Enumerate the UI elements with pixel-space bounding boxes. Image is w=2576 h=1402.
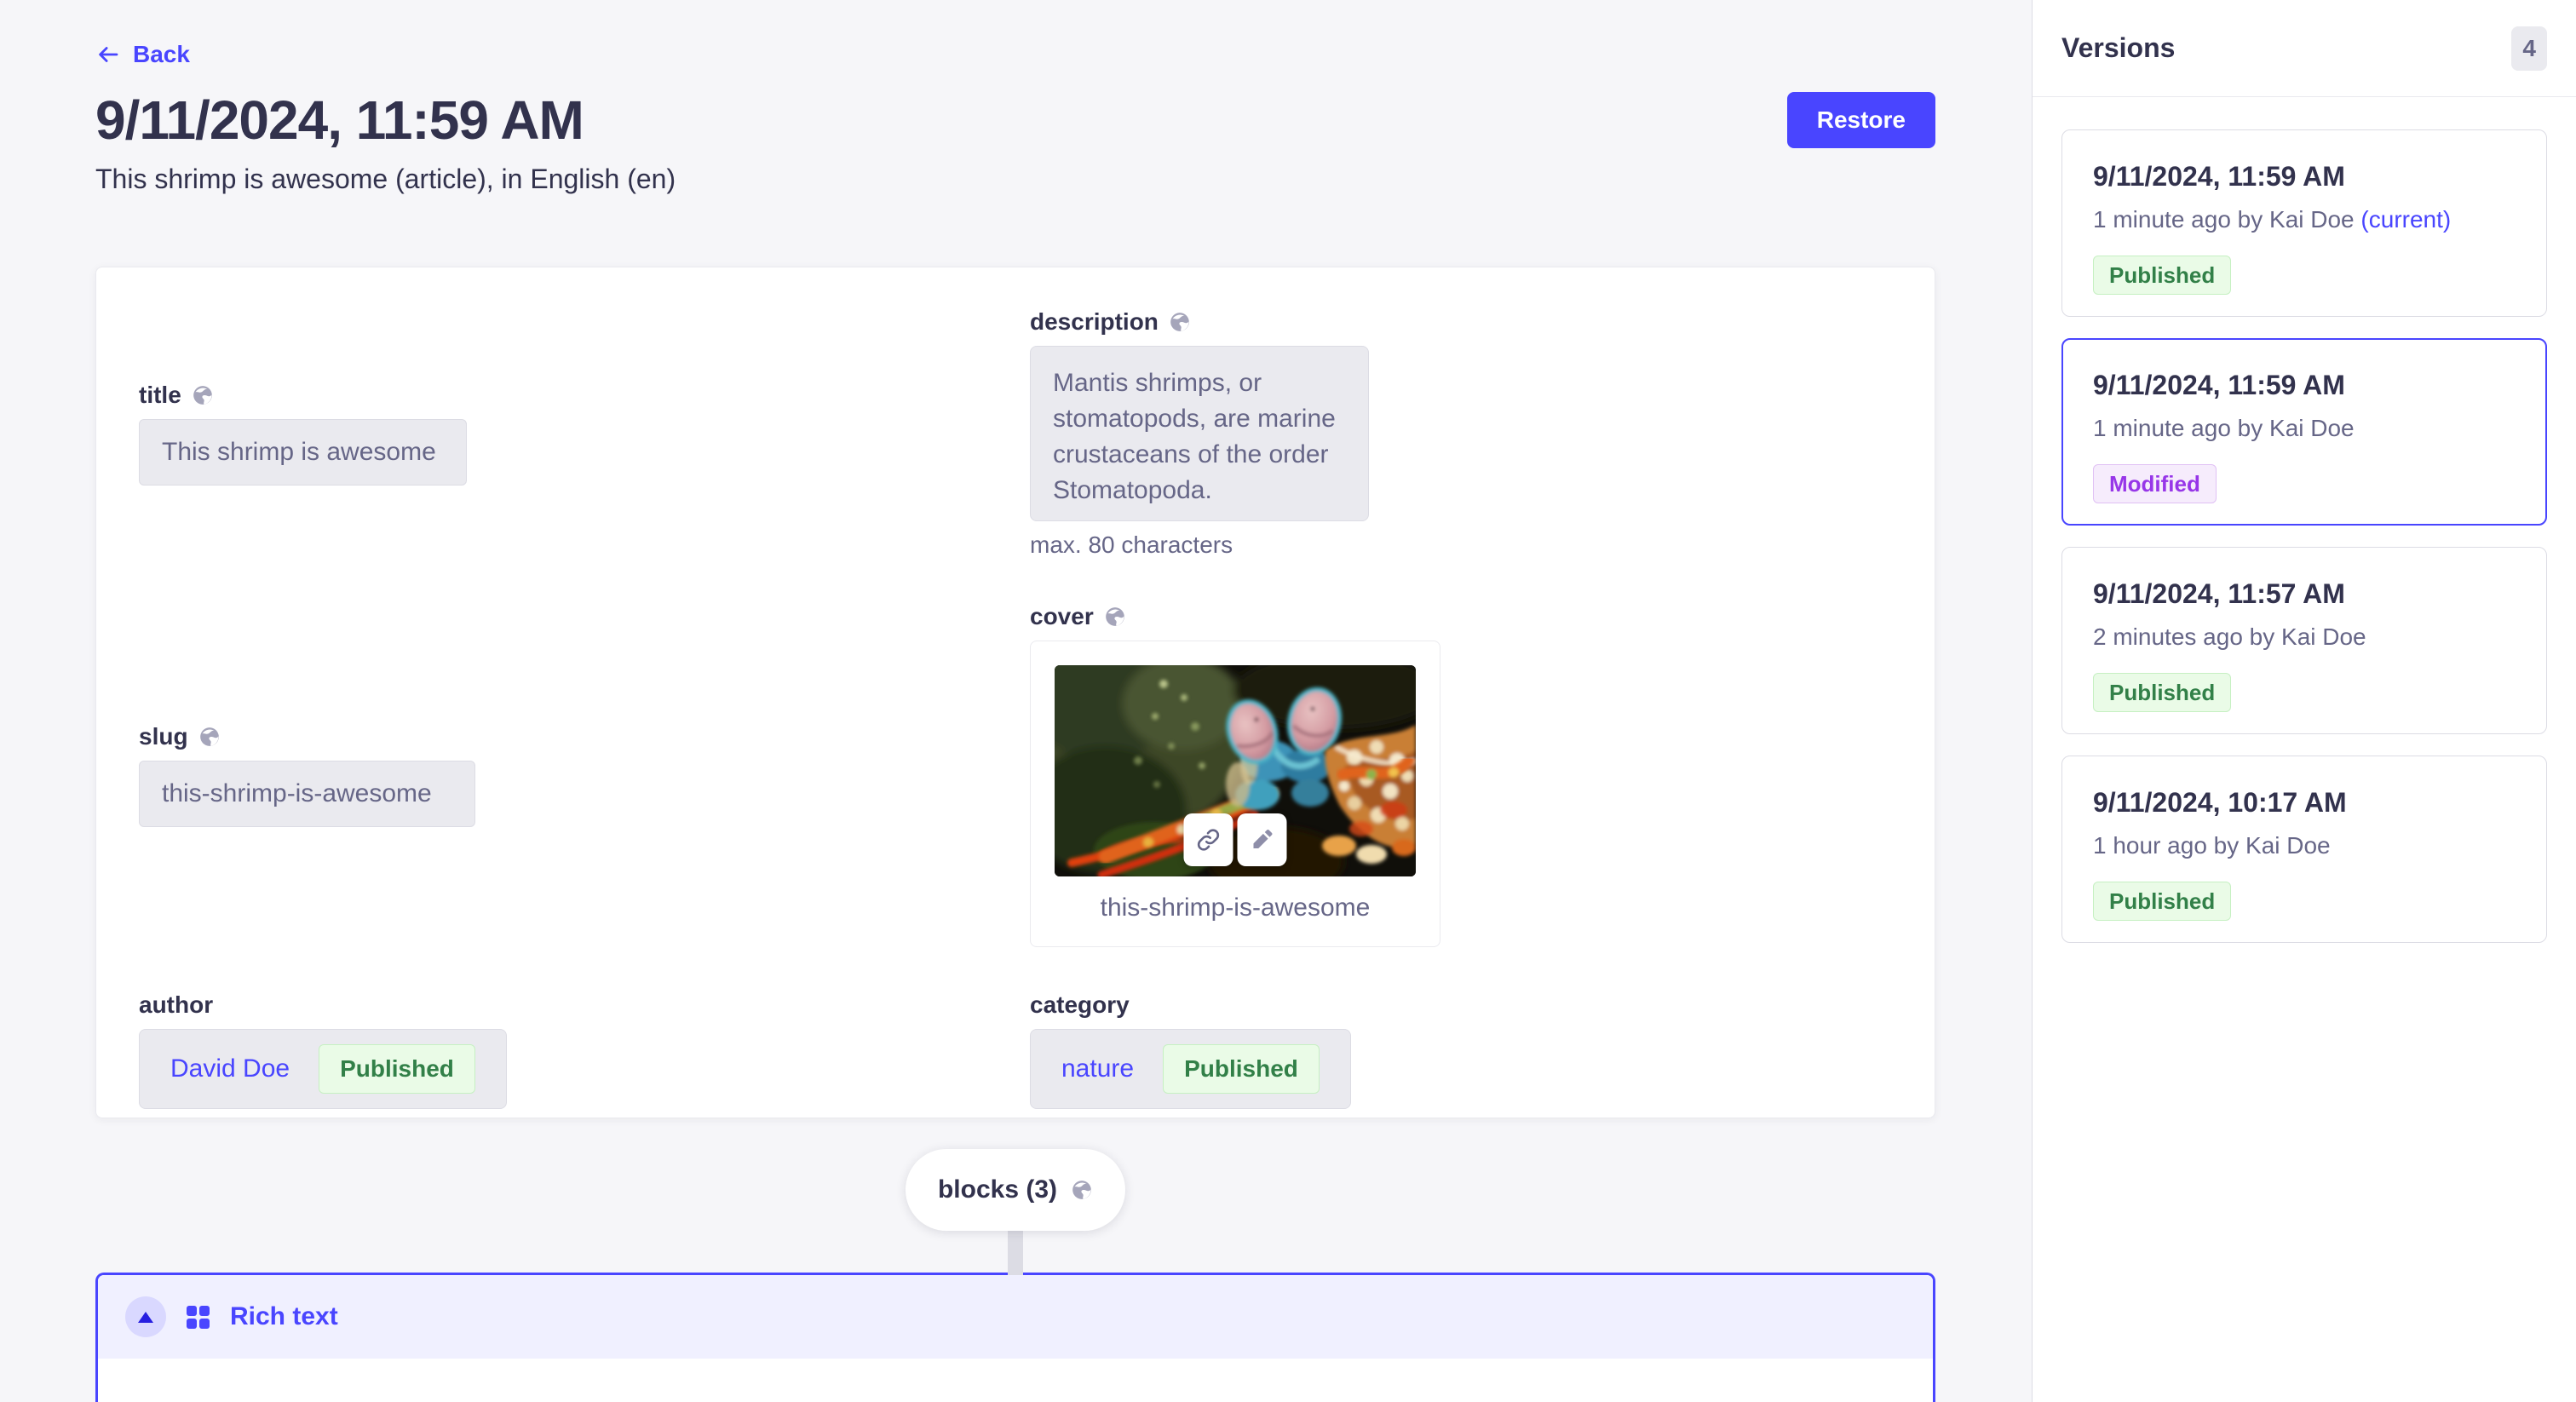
- pencil-icon: [1250, 827, 1275, 853]
- link-icon: [1196, 827, 1222, 853]
- cover-image: [1055, 665, 1416, 876]
- title-field-label: title: [139, 382, 181, 409]
- back-label: Back: [133, 41, 190, 68]
- category-relation-box: nature Published: [1030, 1029, 1351, 1109]
- author-status-badge: Published: [319, 1044, 475, 1094]
- version-meta: 2 minutes ago by Kai Doe: [2093, 623, 2516, 651]
- versions-count-badge: 4: [2511, 26, 2547, 71]
- restore-button[interactable]: Restore: [1787, 92, 1935, 148]
- edit-media-button[interactable]: [1238, 813, 1287, 866]
- versions-sidebar-header: Versions 4: [2033, 0, 2576, 97]
- category-field-label: category: [1030, 991, 1130, 1019]
- component-icon: [187, 1306, 210, 1329]
- versions-list: 9/11/2024, 11:59 AM 1 minute ago by Kai …: [2033, 97, 2576, 975]
- version-status-badge: Published: [2093, 256, 2231, 295]
- blocks-section: blocks (3): [95, 1149, 1935, 1273]
- category-relation-link[interactable]: nature: [1061, 1054, 1134, 1083]
- slug-input: this-shrimp-is-awesome: [139, 761, 475, 827]
- version-status-badge: Modified: [2093, 464, 2217, 503]
- version-date: 9/11/2024, 11:57 AM: [2093, 578, 2516, 610]
- back-link[interactable]: Back: [95, 41, 190, 68]
- globe-icon: [1071, 1179, 1093, 1201]
- versions-sidebar: Versions 4 9/11/2024, 11:59 AM 1 minute …: [2032, 0, 2576, 1402]
- description-hint: max. 80 characters: [1030, 531, 1892, 559]
- globe-icon: [198, 726, 221, 748]
- triangle-up-icon: [138, 1312, 153, 1323]
- versions-title: Versions: [2061, 32, 2175, 64]
- version-history-page: Back 9/11/2024, 11:59 AM Restore This sh…: [0, 0, 2576, 1402]
- globe-icon: [1169, 311, 1191, 333]
- version-date: 9/11/2024, 10:17 AM: [2093, 787, 2516, 819]
- description-field-label: description: [1030, 308, 1159, 336]
- description-textarea: Mantis shrimps, or stomatopods, are mari…: [1030, 346, 1369, 521]
- page-title: 9/11/2024, 11:59 AM: [95, 89, 584, 152]
- version-card[interactable]: 9/11/2024, 11:57 AM 2 minutes ago by Kai…: [2061, 547, 2547, 734]
- version-card[interactable]: 9/11/2024, 10:17 AM 1 hour ago by Kai Do…: [2061, 756, 2547, 943]
- arrow-left-icon: [95, 42, 121, 67]
- collapse-toggle-button[interactable]: [125, 1296, 166, 1337]
- version-card[interactable]: 9/11/2024, 11:59 AM 1 minute ago by Kai …: [2061, 338, 2547, 526]
- field-author: author David Doe Published: [139, 991, 1030, 1109]
- field-cover: cover: [1030, 603, 1892, 947]
- version-meta: 1 minute ago by Kai Doe (current): [2093, 206, 2516, 233]
- author-relation-link[interactable]: David Doe: [170, 1054, 290, 1083]
- entry-fields-card: title This shrimp is awesome description…: [95, 267, 1935, 1118]
- blocks-chip-label: blocks (3): [938, 1175, 1057, 1204]
- blocks-chip[interactable]: blocks (3): [906, 1149, 1125, 1231]
- rich-text-component-block: Rich text body: [95, 1273, 1935, 1402]
- copy-link-button[interactable]: [1184, 813, 1233, 866]
- main-content: Back 9/11/2024, 11:59 AM Restore This sh…: [0, 0, 2032, 1402]
- globe-icon: [192, 384, 214, 406]
- version-current-label: (current): [2360, 206, 2451, 233]
- page-subtitle: This shrimp is awesome (article), in Eng…: [95, 164, 1935, 195]
- rich-text-title: Rich text: [230, 1302, 338, 1331]
- cover-filename: this-shrimp-is-awesome: [1055, 893, 1416, 922]
- version-date: 9/11/2024, 11:59 AM: [2093, 370, 2516, 401]
- field-description: description Mantis shrimps, or stomatopo…: [1030, 308, 1892, 559]
- version-meta: 1 hour ago by Kai Doe: [2093, 832, 2516, 859]
- category-status-badge: Published: [1163, 1044, 1320, 1094]
- version-status-badge: Published: [2093, 673, 2231, 712]
- rich-text-header[interactable]: Rich text: [98, 1275, 1933, 1359]
- author-field-label: author: [139, 991, 213, 1019]
- field-category: category nature Published: [1030, 991, 1892, 1109]
- slug-field-label: slug: [139, 723, 188, 750]
- version-meta: 1 minute ago by Kai Doe: [2093, 415, 2516, 442]
- cover-media-card: this-shrimp-is-awesome: [1030, 641, 1440, 947]
- globe-icon: [1104, 606, 1126, 628]
- author-relation-box: David Doe Published: [139, 1029, 507, 1109]
- version-card[interactable]: 9/11/2024, 11:59 AM 1 minute ago by Kai …: [2061, 129, 2547, 317]
- field-slug: slug this-shrimp-is-awesome: [139, 723, 1030, 827]
- version-status-badge: Published: [2093, 882, 2231, 921]
- field-title: title This shrimp is awesome: [139, 382, 1030, 486]
- rich-text-body: body: [98, 1359, 1933, 1402]
- version-date: 9/11/2024, 11:59 AM: [2093, 161, 2516, 192]
- title-input: This shrimp is awesome: [139, 419, 467, 486]
- cover-field-label: cover: [1030, 603, 1094, 630]
- cover-action-buttons: [1184, 813, 1287, 866]
